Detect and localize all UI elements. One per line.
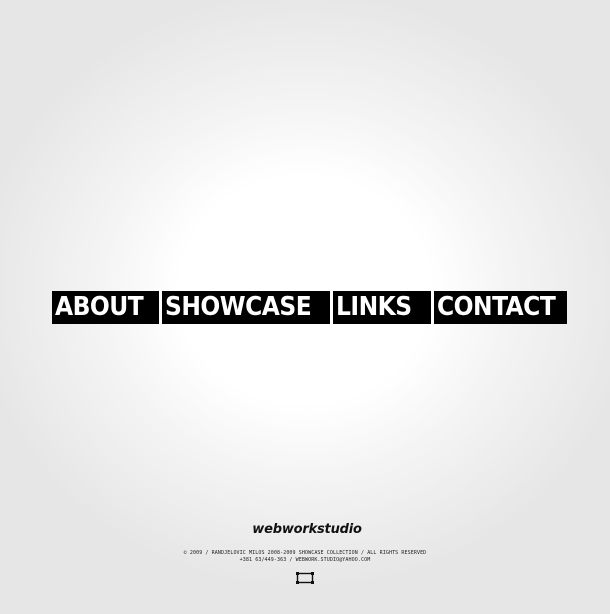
frame-icon[interactable]: [296, 572, 314, 584]
nav-links-label: LINKS: [336, 292, 412, 322]
footer: webworkstudio © 2009 / RANDJELOVIC MILOS…: [0, 522, 610, 564]
nav-contact-label: CONTACT: [437, 292, 556, 322]
footer-copyright: © 2009 / RANDJELOVIC MILOS 2008-2009 SHO…: [183, 550, 427, 556]
nav-showcase-label: SHOWCASE: [165, 292, 312, 322]
main-navigation: ABOUT SHOWCASE LINKS CONTACT: [52, 291, 567, 324]
nav-about-label: ABOUT: [55, 292, 144, 322]
nav-about-link[interactable]: ABOUT: [52, 291, 159, 324]
nav-contact-link[interactable]: CONTACT: [434, 291, 567, 324]
nav-showcase-link[interactable]: SHOWCASE: [162, 291, 330, 324]
footer-logo: webworkstudio: [252, 522, 362, 537]
footer-contact: +381 63/449-363 / WEBWORK.STUDIO@YAHOO.C…: [239, 557, 371, 563]
nav-links-link[interactable]: LINKS: [333, 291, 431, 324]
